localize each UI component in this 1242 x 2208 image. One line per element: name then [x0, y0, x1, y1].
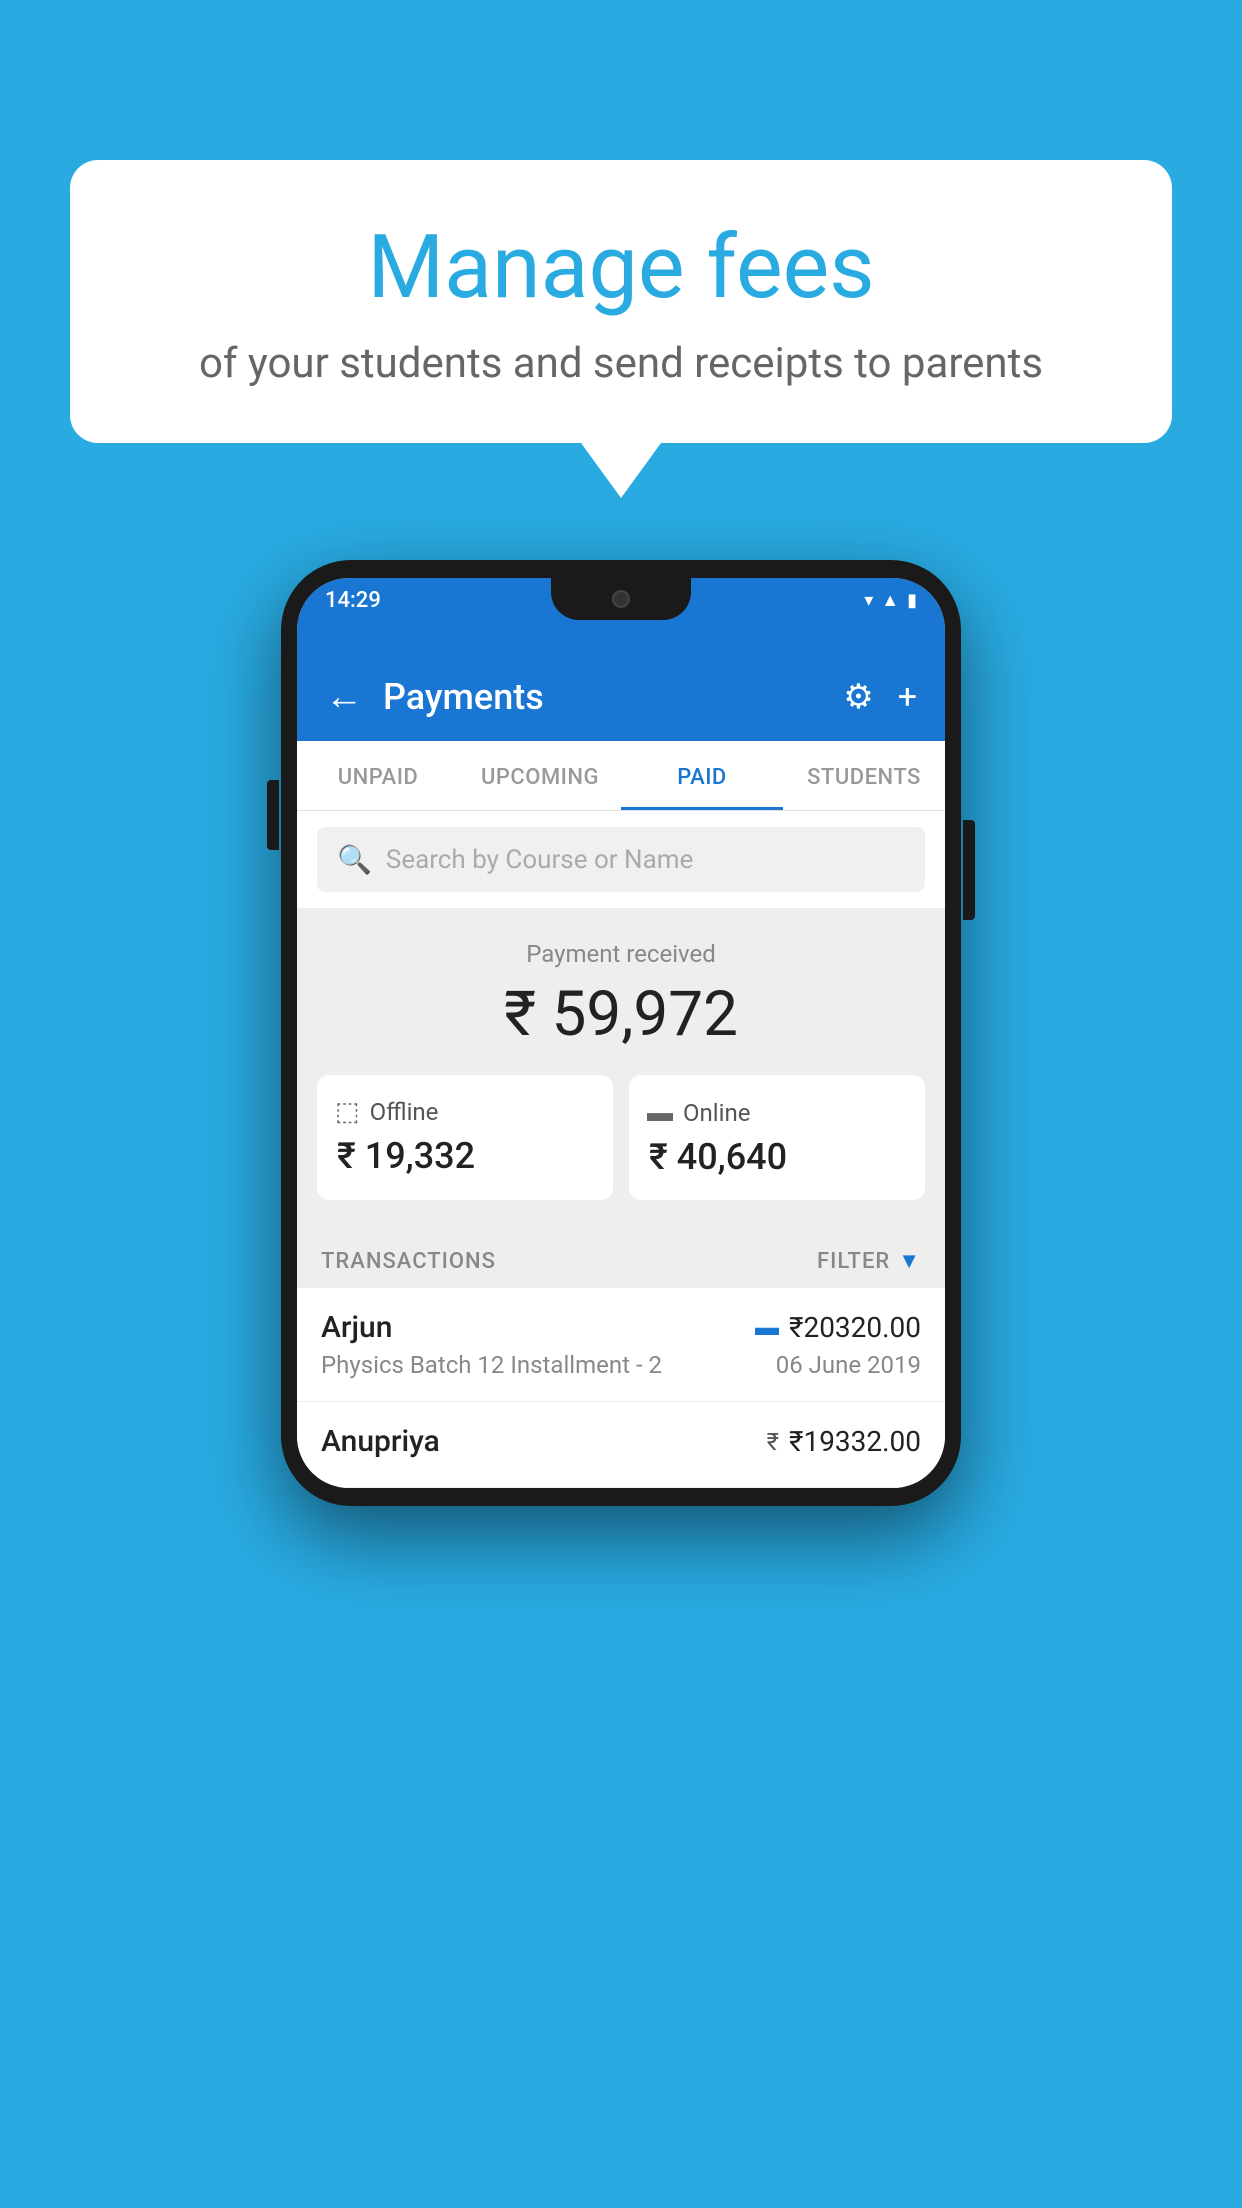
transaction-course: Physics Batch 12 Installment - 2: [321, 1351, 662, 1379]
filter-text: FILTER: [817, 1249, 890, 1274]
online-icon: ▬: [647, 1097, 673, 1128]
settings-icon[interactable]: ⚙: [843, 677, 873, 717]
transactions-header: TRANSACTIONS FILTER ▼: [297, 1228, 945, 1288]
speech-bubble-title: Manage fees: [130, 220, 1112, 317]
back-button[interactable]: ←: [325, 675, 363, 719]
transaction-amount-2: ₹19332.00: [789, 1425, 921, 1458]
app-bar-title: Payments: [383, 676, 823, 718]
transaction-bottom: Physics Batch 12 Installment - 2 06 June…: [321, 1351, 921, 1379]
transactions-label: TRANSACTIONS: [321, 1249, 496, 1274]
search-icon: 🔍: [337, 843, 372, 876]
transaction-amount: ₹20320.00: [789, 1311, 921, 1344]
search-placeholder: Search by Course or Name: [386, 845, 693, 875]
offline-amount: ₹ 19,332: [337, 1135, 595, 1177]
filter-button[interactable]: FILTER ▼: [817, 1248, 921, 1274]
speech-bubble-container: Manage fees of your students and send re…: [70, 160, 1172, 498]
battery-icon: ▮: [907, 590, 917, 611]
add-icon[interactable]: +: [898, 677, 917, 717]
payment-amount: ₹ 59,972: [317, 978, 925, 1051]
tabs: UNPAID UPCOMING PAID STUDENTS: [297, 741, 945, 811]
camera: [612, 590, 630, 608]
offline-card-header: ⬚ Offline: [335, 1097, 595, 1127]
transaction-row[interactable]: Arjun ▬ ₹20320.00 Physics Batch 12 Insta…: [297, 1288, 945, 1402]
transaction-amount-row-2: ₹ ₹19332.00: [767, 1425, 921, 1458]
notch-area: 14:29 ▾ ▲ ▮: [297, 578, 945, 653]
payment-label: Payment received: [317, 940, 925, 968]
tab-students[interactable]: STUDENTS: [783, 741, 945, 810]
search-bar[interactable]: 🔍 Search by Course or Name: [317, 827, 925, 892]
transaction-row[interactable]: Anupriya ₹ ₹19332.00: [297, 1402, 945, 1488]
tab-upcoming[interactable]: UPCOMING: [459, 741, 621, 810]
transaction-amount-row: ▬ ₹20320.00: [755, 1311, 921, 1344]
transaction-top: Arjun ▬ ₹20320.00: [321, 1310, 921, 1345]
speech-bubble-tail: [581, 443, 661, 498]
online-amount: ₹ 40,640: [649, 1136, 907, 1178]
app-bar-icons: ⚙ +: [843, 677, 917, 717]
online-card: ▬ Online ₹ 40,640: [629, 1075, 925, 1200]
offline-type: Offline: [370, 1098, 439, 1126]
speech-bubble-subtitle: of your students and send receipts to pa…: [130, 339, 1112, 388]
status-icons: ▾ ▲ ▮: [864, 590, 917, 611]
speech-bubble: Manage fees of your students and send re…: [70, 160, 1172, 443]
payment-section: Payment received ₹ 59,972 ⬚ Offline ₹ 19…: [297, 908, 945, 1228]
transaction-rupee-icon: ₹: [767, 1428, 779, 1456]
transaction-date: 06 June 2019: [776, 1351, 921, 1379]
online-type: Online: [683, 1099, 750, 1127]
offline-card: ⬚ Offline ₹ 19,332: [317, 1075, 613, 1200]
transaction-name-2: Anupriya: [321, 1424, 440, 1459]
tab-unpaid[interactable]: UNPAID: [297, 741, 459, 810]
transaction-top-2: Anupriya ₹ ₹19332.00: [321, 1424, 921, 1459]
transaction-name: Arjun: [321, 1310, 392, 1345]
transaction-card-icon: ▬: [755, 1313, 779, 1342]
notch-bump: [551, 578, 691, 620]
app-bar: ← Payments ⚙ +: [297, 653, 945, 741]
phone-wrapper: 14:29 ▾ ▲ ▮ ← Payments ⚙ +: [281, 560, 961, 1506]
tab-paid[interactable]: PAID: [621, 741, 783, 810]
online-card-header: ▬ Online: [647, 1097, 907, 1128]
phone-screen: 14:29 ▾ ▲ ▮ ← Payments ⚙ +: [297, 578, 945, 1488]
search-container: 🔍 Search by Course or Name: [297, 811, 945, 908]
filter-icon: ▼: [898, 1248, 921, 1274]
payment-cards: ⬚ Offline ₹ 19,332 ▬ Online ₹ 40,640: [317, 1075, 925, 1200]
wifi-icon: ▾: [864, 590, 873, 611]
status-time: 14:29: [325, 588, 381, 613]
offline-icon: ⬚: [335, 1097, 360, 1127]
phone: 14:29 ▾ ▲ ▮ ← Payments ⚙ +: [281, 560, 961, 1506]
signal-icon: ▲: [881, 590, 899, 611]
